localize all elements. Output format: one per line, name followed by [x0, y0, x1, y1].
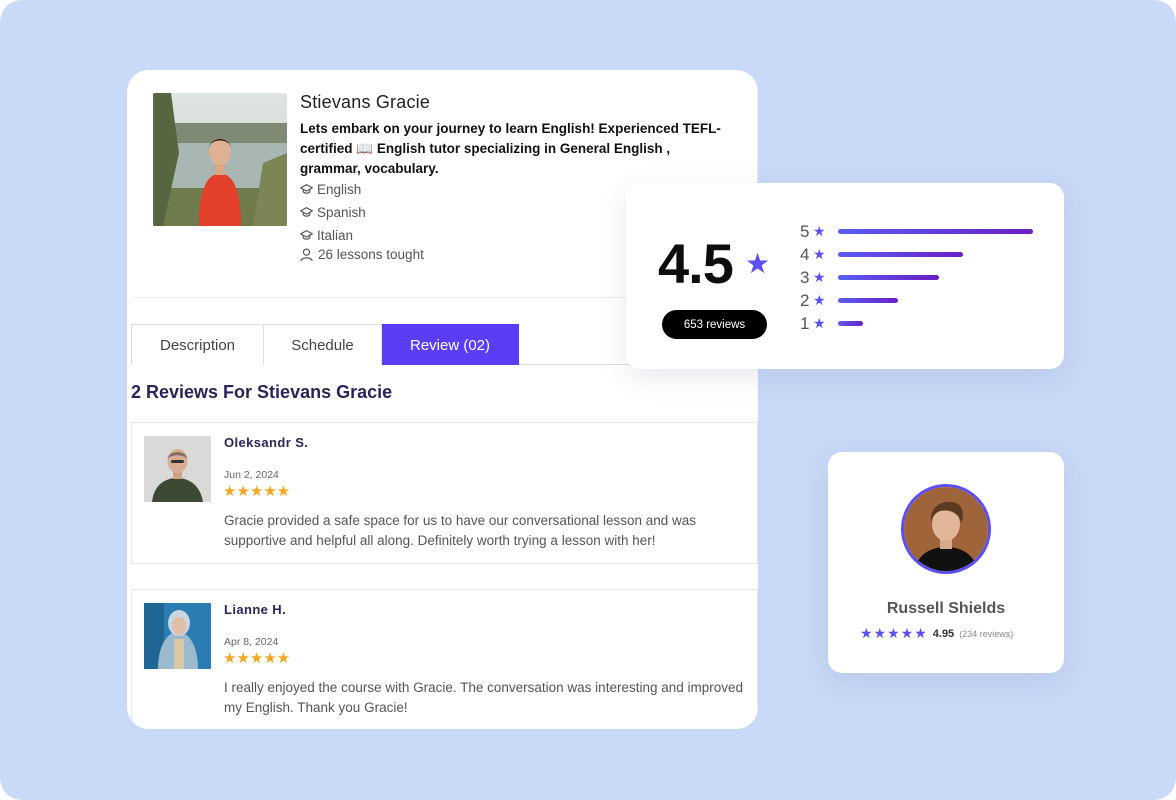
user-icon — [300, 248, 313, 262]
star-icon: ★ — [813, 292, 826, 308]
teacher-avatar — [901, 484, 991, 574]
average-rating: 4.5 — [658, 232, 734, 295]
reviewer-name: Lianne H. — [224, 602, 287, 617]
distribution-bar — [838, 321, 863, 326]
star-icon: ★ — [813, 223, 826, 239]
lessons-count: 26 lessons tought — [300, 247, 424, 262]
distribution-bar — [838, 252, 963, 257]
teacher-review-count: (234 reviews) — [959, 628, 1014, 639]
rating-summary-card: 4.5 ★ 653 reviews 5 ★ 4 ★ 3 ★ 2 ★ 1 ★ — [626, 183, 1064, 369]
distribution-bar — [838, 298, 898, 303]
reviews-heading: 2 Reviews For Stievans Gracie — [131, 382, 393, 402]
distribution-row: 2 ★ — [800, 289, 1033, 312]
tab-review[interactable]: Review (02) — [382, 324, 519, 365]
review-text: I really enjoyed the course with Gracie.… — [224, 680, 744, 715]
teacher-rating: ★★★★★ 4.95 (234 reviews) — [860, 625, 1013, 642]
reviews-count-badge: 653 reviews — [662, 310, 767, 339]
distribution-row: 5 ★ — [800, 220, 1033, 243]
reviewer-name: Oleksandr S. — [224, 435, 309, 450]
tab-schedule[interactable]: Schedule — [264, 324, 382, 365]
tutor-photo — [153, 93, 287, 226]
distribution-row: 3 ★ — [800, 266, 1033, 289]
graduation-cap-icon — [300, 229, 313, 242]
language-item: Spanish — [300, 201, 366, 224]
distribution-row: 4 ★ — [800, 243, 1033, 266]
rating-distribution: 5 ★ 4 ★ 3 ★ 2 ★ 1 ★ — [800, 220, 1033, 335]
reviewer-avatar — [144, 436, 211, 502]
star-icon: ★ — [813, 315, 826, 331]
distribution-star-label: 2 — [800, 290, 810, 310]
distribution-star-label: 4 — [800, 244, 810, 264]
tutor-bio: Lets embark on your journey to learn Eng… — [300, 121, 721, 176]
teacher-stars: ★★★★★ — [860, 625, 928, 641]
reviewer-avatar — [144, 603, 211, 669]
lessons-label: 26 lessons tought — [318, 247, 424, 262]
teacher-name: Russell Shields — [886, 600, 1006, 617]
star-icon: ★ — [813, 269, 826, 285]
distribution-star-label: 5 — [800, 221, 810, 241]
featured-teacher-card[interactable]: Russell Shields ★★★★★ 4.95 (234 reviews) — [828, 452, 1064, 673]
tutor-name: Stievans Gracie — [300, 92, 431, 112]
distribution-bar — [838, 275, 939, 280]
star-icon: ★ — [813, 246, 826, 262]
language-label: Spanish — [317, 205, 366, 220]
review-text: Gracie provided a safe space for us to h… — [224, 513, 697, 548]
tab-description[interactable]: Description — [131, 324, 264, 365]
tutor-profile-card: Stievans Gracie Lets embark on your jour… — [127, 70, 758, 729]
teacher-score: 4.95 — [932, 627, 955, 640]
language-item: Italian — [300, 224, 366, 247]
star-icon: ★ — [745, 248, 771, 279]
language-label: Italian — [317, 228, 354, 243]
language-list: English Spanish Italian — [300, 178, 366, 247]
review-date: Apr 8, 2024 — [224, 636, 279, 648]
review-date: Jun 2, 2024 — [224, 469, 279, 481]
review-card: Oleksandr S. Jun 2, 2024 ★★★★★ Gracie pr… — [131, 422, 758, 564]
review-card: Lianne H. Apr 8, 2024 ★★★★★ I really enj… — [131, 589, 758, 729]
language-item: English — [300, 178, 366, 201]
language-label: English — [317, 182, 362, 197]
distribution-row: 1 ★ — [800, 312, 1033, 335]
graduation-cap-icon — [300, 206, 313, 219]
page-background: Stievans Gracie Lets embark on your jour… — [0, 0, 1176, 800]
distribution-bar — [838, 229, 1033, 234]
distribution-star-label: 3 — [800, 267, 810, 287]
graduation-cap-icon — [300, 183, 313, 196]
review-stars: ★★★★★ — [223, 650, 291, 667]
distribution-star-label: 1 — [800, 313, 810, 333]
review-stars: ★★★★★ — [223, 483, 291, 500]
